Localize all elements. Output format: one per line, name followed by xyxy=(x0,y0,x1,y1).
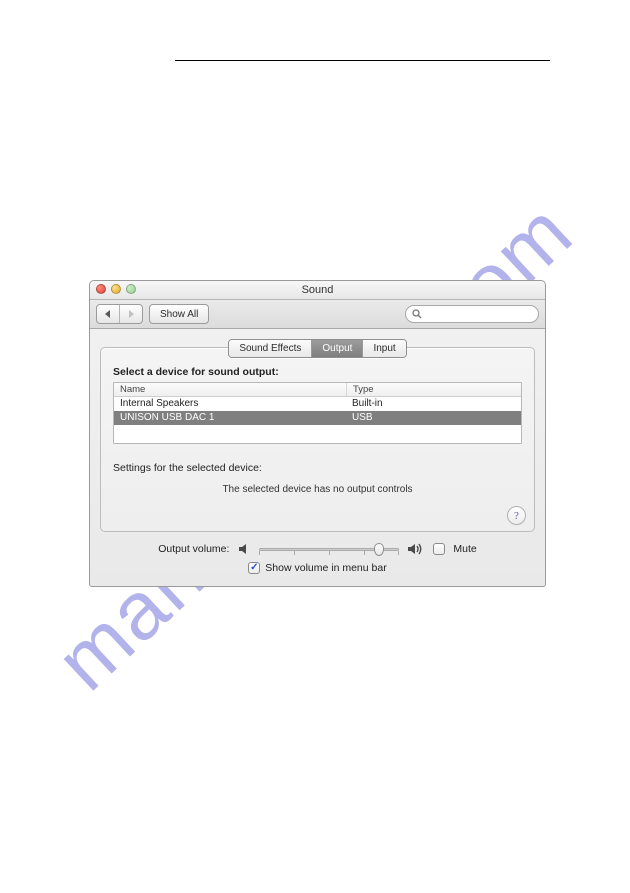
show-volume-label: Show volume in menu bar xyxy=(265,562,386,574)
show-volume-checkbox[interactable] xyxy=(248,562,260,574)
output-volume-slider[interactable] xyxy=(259,542,399,556)
back-button[interactable] xyxy=(97,305,119,323)
output-volume-label: Output volume: xyxy=(158,543,229,555)
show-volume-row: Show volume in menu bar xyxy=(100,562,535,574)
forward-button[interactable] xyxy=(119,305,142,323)
device-name: Internal Speakers xyxy=(114,397,346,411)
help-button[interactable]: ? xyxy=(507,506,526,525)
nav-back-forward xyxy=(96,304,143,324)
device-list[interactable]: Name Type Internal Speakers Built-in UNI… xyxy=(113,382,522,444)
device-list-header: Name Type xyxy=(114,383,521,397)
speaker-high-icon xyxy=(407,542,425,556)
show-all-label: Show All xyxy=(160,309,198,320)
speaker-low-icon xyxy=(237,542,251,556)
header-rule xyxy=(175,60,550,61)
window-title: Sound xyxy=(302,284,334,296)
tab-sound-effects[interactable]: Sound Effects xyxy=(229,340,311,357)
tab-output[interactable]: Output xyxy=(311,340,362,357)
output-panel: Select a device for sound output: Name T… xyxy=(100,347,535,532)
mute-label: Mute xyxy=(453,543,476,555)
window-titlebar[interactable]: Sound xyxy=(90,281,545,300)
device-type: Built-in xyxy=(346,397,521,411)
tab-input[interactable]: Input xyxy=(362,340,405,357)
close-icon[interactable] xyxy=(96,284,106,294)
traffic-lights xyxy=(96,284,136,294)
minimize-icon[interactable] xyxy=(111,284,121,294)
toolbar: Show All xyxy=(90,300,545,329)
column-name[interactable]: Name xyxy=(114,383,347,396)
device-type: USB xyxy=(346,411,521,425)
tab-control: Sound Effects Output Input xyxy=(100,339,535,356)
search-input[interactable] xyxy=(405,305,539,323)
device-name: UNISON USB DAC 1 xyxy=(114,411,346,425)
sound-preferences-window: Sound Show All Sound Effects Output xyxy=(89,280,546,587)
column-type[interactable]: Type xyxy=(347,383,521,396)
select-device-label: Select a device for sound output: xyxy=(113,366,522,378)
settings-label: Settings for the selected device: xyxy=(113,462,522,474)
zoom-icon[interactable] xyxy=(126,284,136,294)
search-icon xyxy=(412,309,422,319)
table-row[interactable]: UNISON USB DAC 1 USB xyxy=(114,411,521,425)
output-volume-row: Output volume: Mute xyxy=(100,542,535,556)
show-all-button[interactable]: Show All xyxy=(149,304,209,324)
no-output-controls-text: The selected device has no output contro… xyxy=(113,484,522,495)
table-row[interactable]: Internal Speakers Built-in xyxy=(114,397,521,411)
mute-checkbox[interactable] xyxy=(433,543,445,555)
